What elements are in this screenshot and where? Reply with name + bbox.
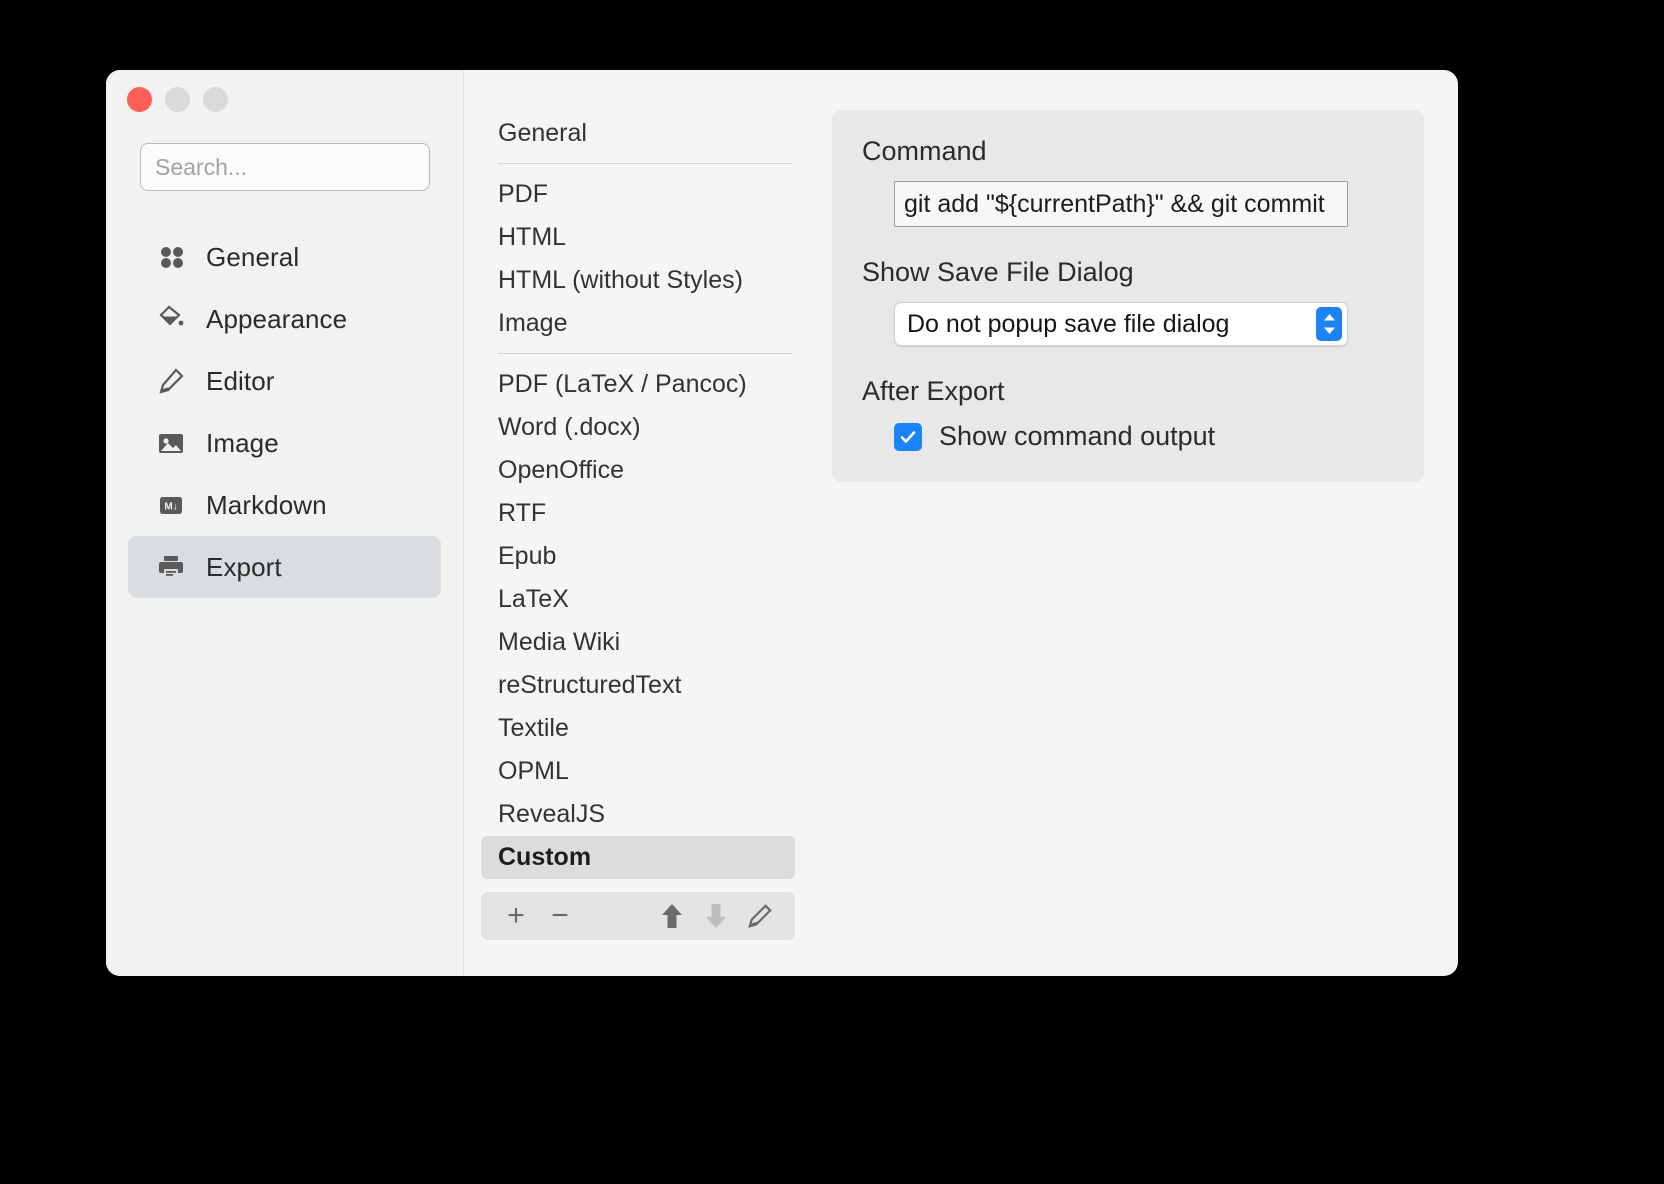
format-list-column: General PDF HTML HTML (without Styles) I… — [464, 70, 812, 976]
format-item-opml[interactable]: OPML — [481, 750, 795, 793]
command-section-title: Command — [862, 136, 987, 166]
minus-icon: − — [551, 899, 569, 932]
sidebar-item-editor[interactable]: Editor — [128, 350, 441, 412]
show-command-output-label: Show command output — [939, 421, 1216, 451]
list-separator — [498, 163, 793, 164]
plus-icon: + — [507, 899, 525, 932]
four-dots-icon — [156, 242, 186, 272]
arrow-down-icon — [704, 903, 728, 929]
format-item-pdf-latex-pandoc[interactable]: PDF (LaTeX / Pancoc) — [481, 363, 795, 406]
arrow-up-icon — [660, 903, 684, 929]
minimize-button[interactable] — [165, 87, 190, 112]
format-item-restructuredtext[interactable]: reStructuredText — [481, 664, 795, 707]
sidebar: General Appearance — [106, 70, 464, 976]
format-item-textile[interactable]: Textile — [481, 707, 795, 750]
sidebar-item-export[interactable]: Export — [128, 536, 441, 598]
sidebar-item-label: Export — [206, 551, 282, 582]
save-dialog-select[interactable]: Do not popup save file dialog — [894, 302, 1348, 346]
format-list: General PDF HTML HTML (without Styles) I… — [481, 112, 795, 879]
format-item-general[interactable]: General — [481, 112, 795, 155]
pencil-icon — [156, 366, 186, 396]
after-export-section-title: After Export — [862, 376, 1005, 406]
format-item-custom[interactable]: Custom — [481, 836, 795, 879]
sidebar-item-label: Markdown — [206, 489, 327, 520]
format-item-epub[interactable]: Epub — [481, 535, 795, 578]
show-command-output-row[interactable]: Show command output — [894, 421, 1394, 452]
paint-bucket-icon — [156, 304, 186, 334]
sidebar-item-label: General — [206, 241, 300, 272]
sidebar-item-label: Appearance — [206, 303, 348, 334]
format-item-openoffice[interactable]: OpenOffice — [481, 449, 795, 492]
pencil-edit-icon — [747, 903, 773, 929]
sidebar-item-markdown[interactable]: M↓ Markdown — [128, 474, 441, 536]
sidebar-item-general[interactable]: General — [128, 226, 441, 288]
format-list-toolbar: + − — [481, 892, 795, 940]
command-input[interactable]: git add "${currentPath}" && git commit — [894, 181, 1348, 227]
search-field-wrapper — [140, 143, 430, 191]
save-dialog-selected-value: Do not popup save file dialog — [907, 309, 1230, 338]
svg-text:M↓: M↓ — [164, 502, 177, 513]
detail-pane: Command git add "${currentPath}" && git … — [812, 70, 1458, 976]
sidebar-nav-list: General Appearance Editor Image M↓ Markd… — [128, 226, 441, 598]
custom-export-settings-panel: Command git add "${currentPath}" && git … — [832, 110, 1424, 482]
move-up-button[interactable] — [650, 894, 694, 938]
preferences-window: General Appearance — [106, 70, 1458, 976]
sidebar-item-image[interactable]: Image — [128, 412, 441, 474]
traffic-lights — [127, 87, 228, 112]
sidebar-item-label: Editor — [206, 365, 275, 396]
zoom-button[interactable] — [203, 87, 228, 112]
save-dialog-section-title: Show Save File Dialog — [862, 257, 1134, 287]
list-separator — [498, 353, 793, 354]
format-item-html-without-styles[interactable]: HTML (without Styles) — [481, 259, 795, 302]
chevron-updown-icon[interactable] — [1316, 307, 1342, 341]
format-item-media-wiki[interactable]: Media Wiki — [481, 621, 795, 664]
edit-format-button[interactable] — [738, 894, 782, 938]
close-button[interactable] — [127, 87, 152, 112]
format-item-revealjs[interactable]: RevealJS — [481, 793, 795, 836]
printer-icon — [156, 552, 186, 582]
command-input-value: git add "${currentPath}" && git commit — [904, 189, 1325, 218]
sidebar-item-appearance[interactable]: Appearance — [128, 288, 441, 350]
format-item-rtf[interactable]: RTF — [481, 492, 795, 535]
search-input[interactable] — [140, 143, 430, 191]
format-item-pdf[interactable]: PDF — [481, 173, 795, 216]
add-format-button[interactable]: + — [494, 894, 538, 938]
markdown-icon: M↓ — [156, 490, 186, 520]
remove-format-button[interactable]: − — [538, 894, 582, 938]
move-down-button[interactable] — [694, 894, 738, 938]
show-command-output-checkbox[interactable] — [894, 422, 922, 451]
image-icon — [156, 428, 186, 458]
format-item-latex[interactable]: LaTeX — [481, 578, 795, 621]
format-item-image[interactable]: Image — [481, 302, 795, 345]
sidebar-item-label: Image — [206, 427, 279, 458]
format-item-html[interactable]: HTML — [481, 216, 795, 259]
format-item-word[interactable]: Word (.docx) — [481, 406, 795, 449]
